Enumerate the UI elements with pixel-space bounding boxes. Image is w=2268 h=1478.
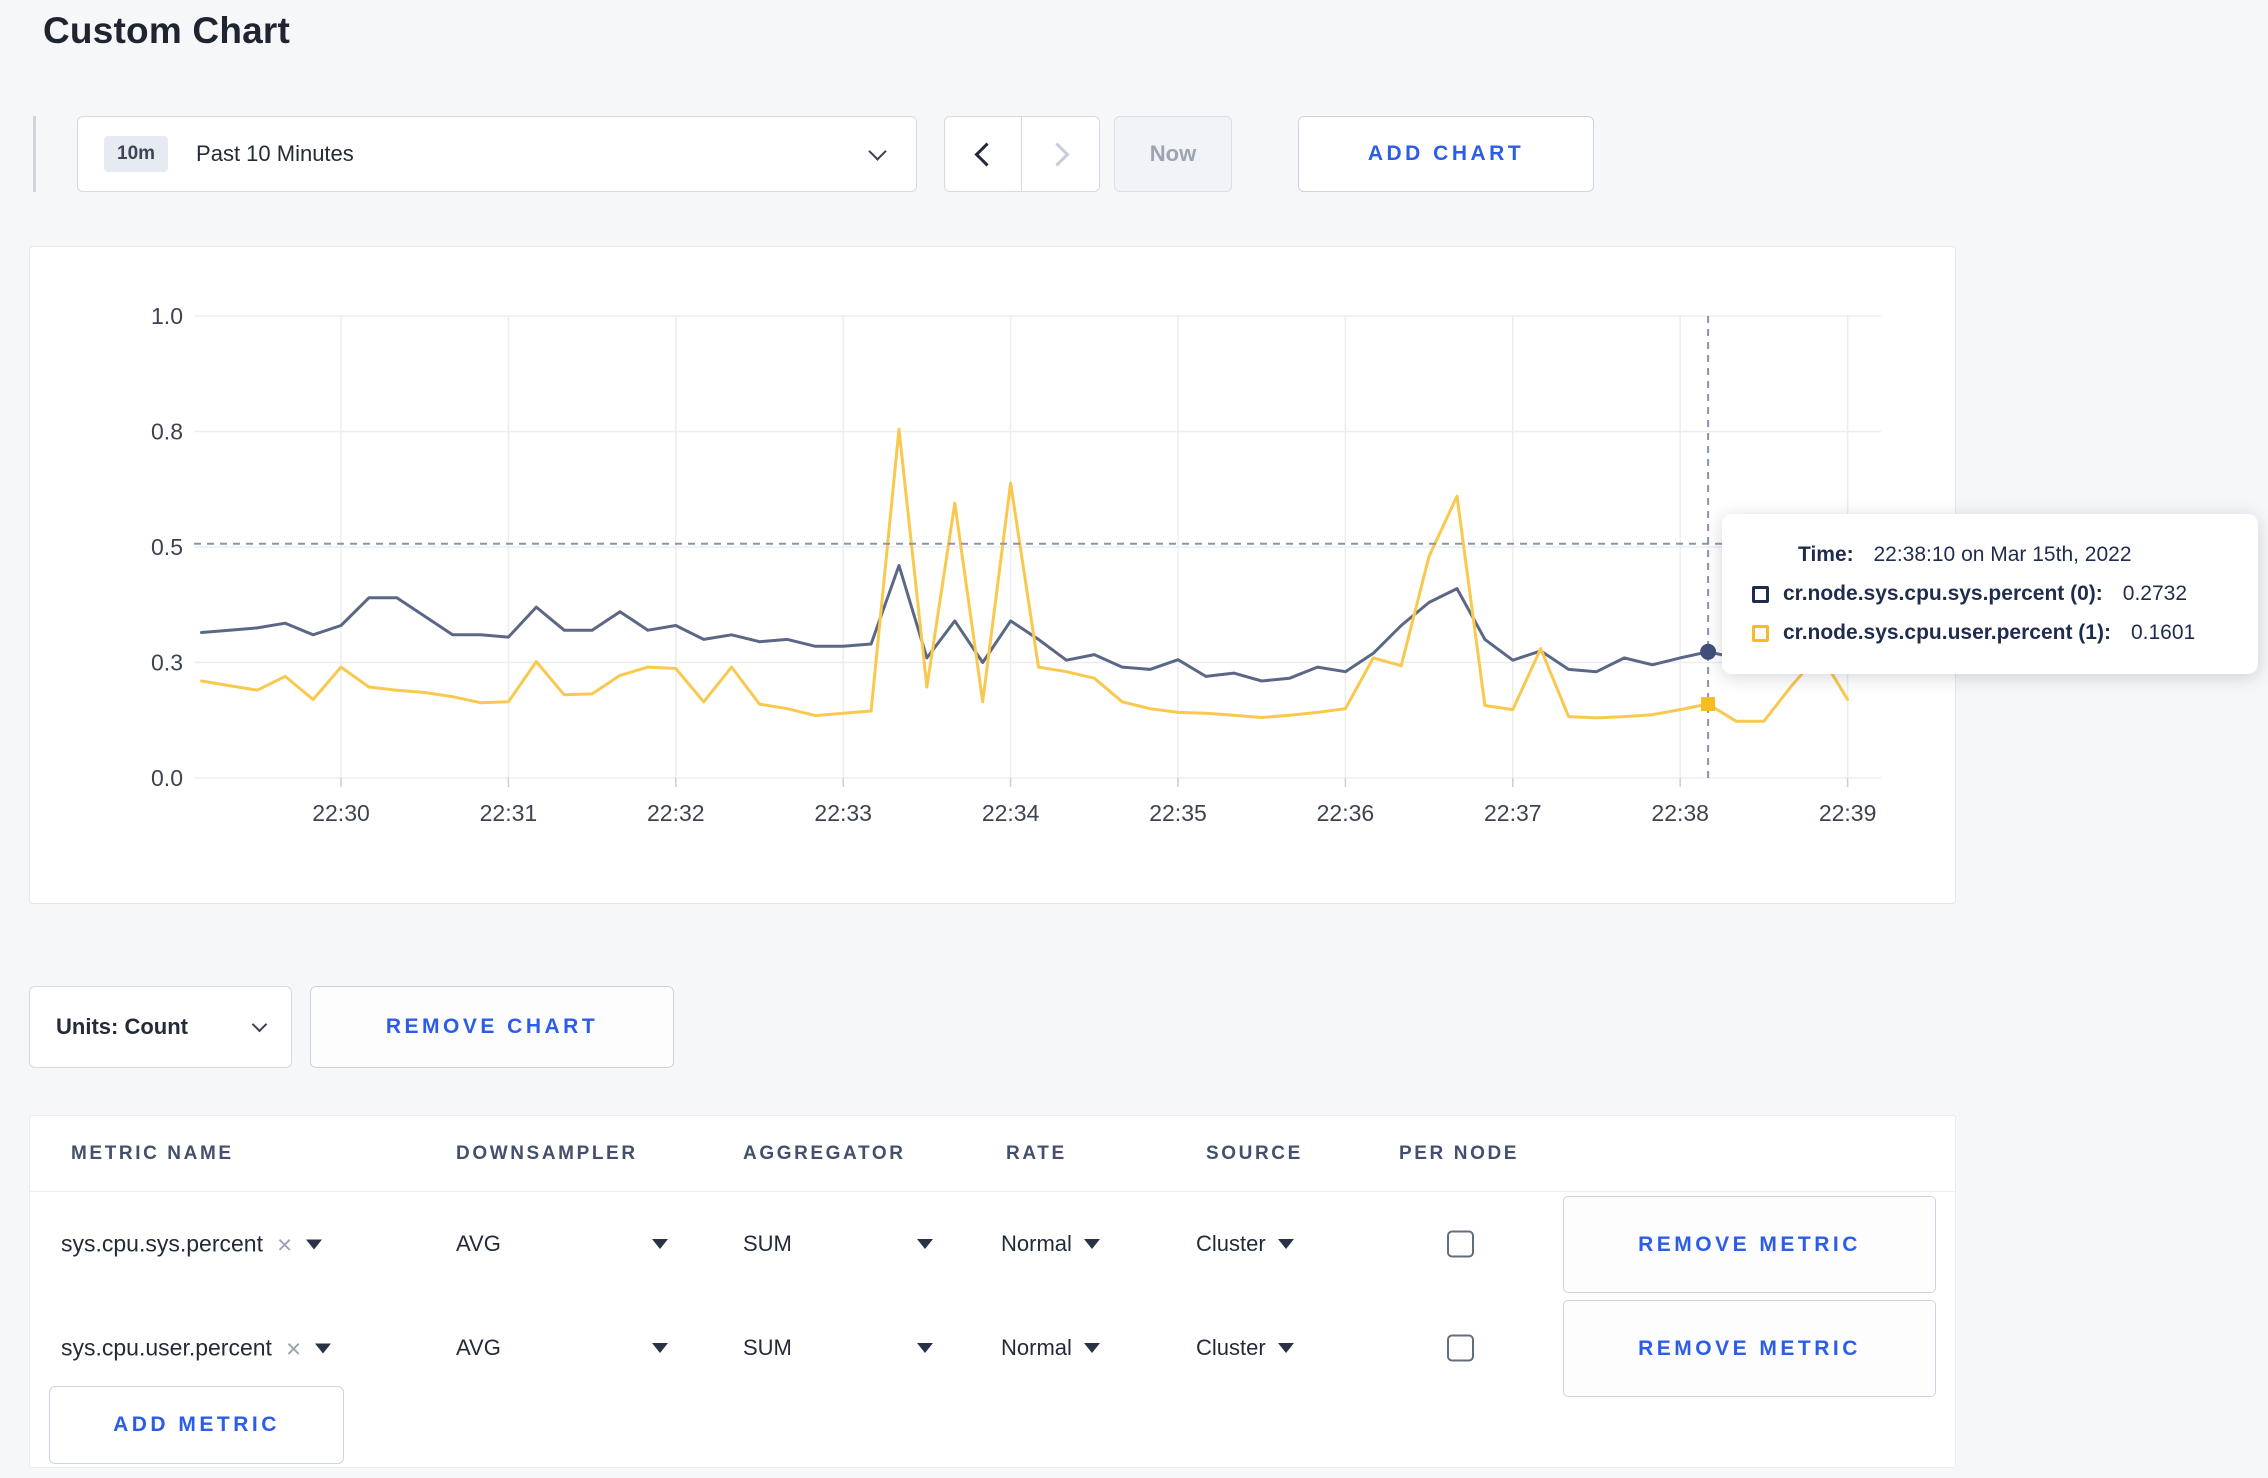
- downsampler-select[interactable]: AVG: [456, 1231, 668, 1257]
- col-header-aggregator: AGGREGATOR: [743, 1142, 906, 1164]
- x-tick-label: 22:35: [1149, 800, 1207, 826]
- downsampler-value: AVG: [456, 1231, 501, 1256]
- hover-marker-user: [1701, 697, 1716, 712]
- x-tick-label: 22:34: [982, 800, 1040, 826]
- now-button[interactable]: Now: [1114, 116, 1232, 192]
- y-tick-label: 1.0: [151, 303, 183, 329]
- table-header-row: METRIC NAME DOWNSAMPLER AGGREGATOR RATE …: [30, 1116, 1955, 1192]
- metrics-table: METRIC NAME DOWNSAMPLER AGGREGATOR RATE …: [29, 1115, 1956, 1468]
- x-tick-label: 22:32: [647, 800, 705, 826]
- source-value: Cluster: [1196, 1231, 1266, 1256]
- custom-chart-page: Custom Chart 10m Past 10 Minutes Now ADD…: [0, 0, 2268, 1478]
- col-header-source: SOURCE: [1206, 1142, 1303, 1164]
- time-pager: [944, 116, 1100, 192]
- caret-down-icon: [652, 1239, 668, 1249]
- tooltip-series-value: 0.1601: [2130, 621, 2196, 644]
- aggregator-value: SUM: [743, 1231, 792, 1256]
- tooltip-series-row: cr.node.sys.cpu.user.percent (1): 0.1601: [1752, 621, 2258, 645]
- aggregator-select[interactable]: SUM: [743, 1231, 933, 1257]
- caret-down-icon: [1277, 1343, 1294, 1353]
- tooltip-series-name: cr.node.sys.cpu.user.percent (1):: [1783, 621, 2111, 644]
- x-tick-label: 22:30: [312, 800, 370, 826]
- series-user-swatch-icon: [1752, 624, 1769, 642]
- chevron-right-icon: [1045, 141, 1070, 167]
- source-select[interactable]: Cluster: [1196, 1231, 1294, 1257]
- x-tick-label: 22:33: [814, 800, 872, 826]
- time-range-label: Past 10 Minutes: [196, 141, 354, 166]
- x-tick-label: 22:37: [1484, 800, 1542, 826]
- series-sys-swatch-icon: [1752, 585, 1769, 603]
- tooltip-series-value: 0.2732: [2122, 582, 2188, 605]
- caret-down-icon: [1277, 1239, 1294, 1249]
- x-tick-label: 22:39: [1819, 800, 1877, 826]
- y-tick-label: 0.0: [151, 765, 183, 791]
- next-time-button[interactable]: [1021, 116, 1100, 192]
- metric-name-value: sys.cpu.sys.percent: [61, 1230, 263, 1257]
- source-select[interactable]: Cluster: [1196, 1335, 1294, 1361]
- downsampler-select[interactable]: AVG: [456, 1335, 668, 1361]
- tooltip-time-row: Time: 22:38:10 on Mar 15th, 2022: [1752, 543, 2258, 567]
- hover-marker-sys: [1700, 643, 1717, 660]
- remove-chart-button[interactable]: REMOVE CHART: [310, 986, 674, 1068]
- tooltip-series-row: cr.node.sys.cpu.sys.percent (0): 0.2732: [1752, 582, 2258, 606]
- tooltip-time-value: 22:38:10 on Mar 15th, 2022: [1873, 543, 2132, 566]
- per-node-checkbox[interactable]: [1447, 1230, 1474, 1258]
- metric-name-value: sys.cpu.user.percent: [61, 1334, 272, 1361]
- remove-metric-button[interactable]: REMOVE METRIC: [1563, 1300, 1936, 1397]
- remove-metric-button[interactable]: REMOVE METRIC: [1563, 1196, 1936, 1293]
- add-chart-button[interactable]: ADD CHART: [1298, 116, 1594, 192]
- caret-down-icon: [315, 1343, 332, 1353]
- col-header-per-node: PER NODE: [1399, 1142, 1520, 1164]
- metric-name-select[interactable]: sys.cpu.user.percent ×: [61, 1334, 332, 1362]
- aggregator-select[interactable]: SUM: [743, 1335, 933, 1361]
- units-select[interactable]: Units: Count: [29, 986, 292, 1068]
- time-range-badge: 10m: [104, 136, 169, 172]
- source-value: Cluster: [1196, 1335, 1266, 1360]
- close-icon[interactable]: ×: [277, 1231, 292, 1257]
- time-range-select[interactable]: 10m Past 10 Minutes: [77, 116, 917, 192]
- caret-down-icon: [917, 1239, 933, 1249]
- aggregator-value: SUM: [743, 1335, 792, 1360]
- prev-time-button[interactable]: [944, 116, 1023, 192]
- chevron-down-icon: [868, 141, 887, 161]
- y-tick-label: 0.3: [151, 650, 183, 676]
- tooltip-time-label: Time:: [1798, 543, 1854, 566]
- col-header-metric-name: METRIC NAME: [71, 1142, 234, 1164]
- x-tick-label: 22:31: [480, 800, 538, 826]
- caret-down-icon: [1083, 1239, 1100, 1249]
- caret-down-icon: [1083, 1343, 1100, 1353]
- x-tick-label: 22:38: [1651, 800, 1709, 826]
- col-header-downsampler: DOWNSAMPLER: [456, 1142, 638, 1164]
- rate-select[interactable]: Normal: [1001, 1335, 1100, 1361]
- downsampler-value: AVG: [456, 1335, 501, 1360]
- chevron-down-icon: [251, 1016, 268, 1032]
- metric-name-select[interactable]: sys.cpu.sys.percent ×: [61, 1230, 323, 1258]
- chevron-left-icon: [974, 141, 999, 167]
- chart-card: 0.0 0.3 0.5 0.8 1.0 22:30 22:31 22:32 22:33 22:34…: [29, 246, 1956, 904]
- caret-down-icon: [917, 1343, 933, 1353]
- caret-down-icon: [652, 1343, 668, 1353]
- rate-select[interactable]: Normal: [1001, 1231, 1100, 1257]
- chart-tooltip: Time: 22:38:10 on Mar 15th, 2022 cr.node…: [1722, 514, 2258, 674]
- col-header-rate: RATE: [1006, 1142, 1067, 1164]
- y-tick-label: 0.5: [151, 534, 183, 560]
- toolbar-divider: [33, 116, 36, 192]
- close-icon[interactable]: ×: [286, 1335, 301, 1361]
- series-line-1: [200, 427, 1850, 723]
- y-tick-label: 0.8: [151, 419, 183, 445]
- metrics-chart[interactable]: 0.0 0.3 0.5 0.8 1.0 22:30 22:31 22:32 22:33 22:34…: [30, 247, 1957, 902]
- add-metric-button[interactable]: ADD METRIC: [49, 1386, 344, 1464]
- rate-value: Normal: [1001, 1231, 1072, 1256]
- caret-down-icon: [306, 1239, 323, 1249]
- rate-value: Normal: [1001, 1335, 1072, 1360]
- units-label: Units: Count: [56, 1014, 188, 1039]
- x-tick-label: 22:36: [1317, 800, 1375, 826]
- per-node-checkbox[interactable]: [1447, 1334, 1474, 1362]
- page-title: Custom Chart: [43, 10, 291, 51]
- tooltip-series-name: cr.node.sys.cpu.sys.percent (0):: [1783, 582, 2103, 605]
